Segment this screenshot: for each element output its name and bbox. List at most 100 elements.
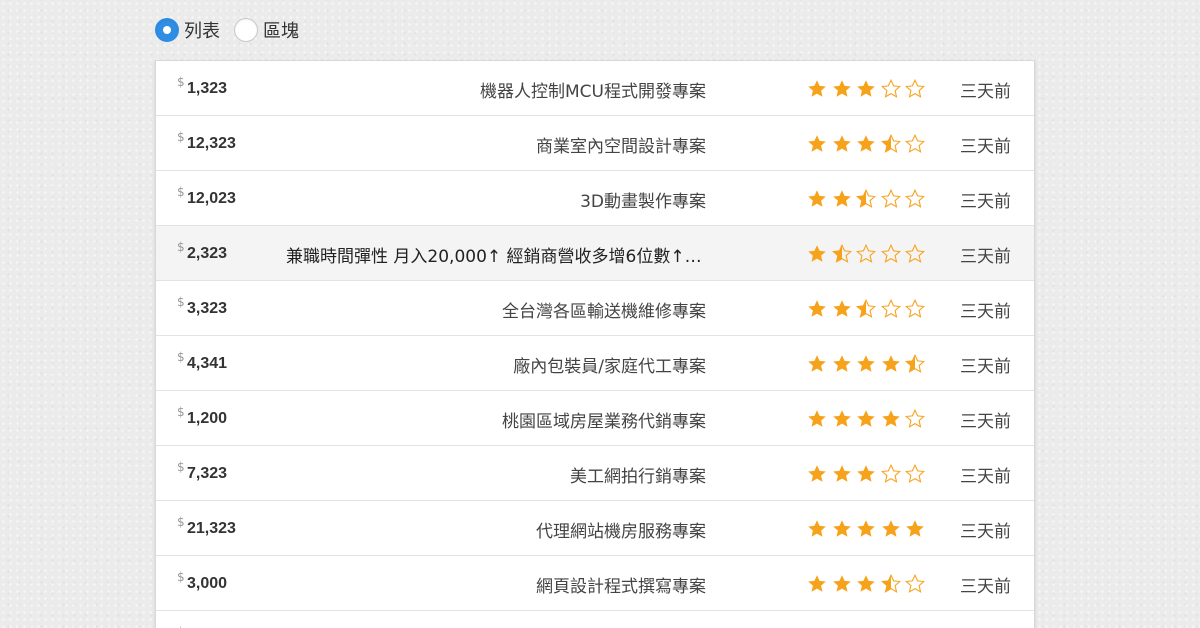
project-row[interactable]: $4,341 廠內包裝員/家庭代工專案 三天前: [156, 336, 1034, 391]
project-price: $3,323: [177, 295, 297, 322]
star-empty-icon: [905, 299, 925, 318]
price-amount: 12,023: [187, 190, 236, 207]
price-amount: 21,323: [187, 520, 236, 537]
project-row[interactable]: $2,323 兼職時間彈性 月入20,000↑ 經銷商營收多增6位數↑專... 三天…: [156, 226, 1034, 281]
rating-stars: [807, 354, 930, 374]
posted-time: 三天前: [960, 522, 1011, 542]
price-amount: 1,200: [187, 410, 228, 427]
star-full-icon: [857, 355, 875, 372]
project-row[interactable]: $1,200 桃園區域房屋業務代銷專案 三天前: [156, 391, 1034, 446]
view-mode-toggle: 列表 區塊: [155, 17, 313, 43]
star-full-icon: [808, 355, 826, 372]
currency-symbol: $: [177, 350, 185, 364]
project-title[interactable]: 3D動畫製作專案: [580, 187, 706, 212]
project-title[interactable]: 全台灣各區輸送機維修專案: [502, 297, 706, 322]
star-full-icon: [808, 245, 826, 262]
currency-symbol: $: [177, 240, 185, 254]
star-full-icon: [857, 135, 875, 152]
project-row[interactable]: $7,323 美工網拍行銷專案 三天前: [156, 446, 1034, 501]
project-row[interactable]: $12,023 3D動畫製作專案 三天前: [156, 171, 1034, 226]
rating-stars: [807, 189, 930, 209]
project-row[interactable]: $12,323 商業室內空間設計專案 三天前: [156, 116, 1034, 171]
project-price: $4,341: [177, 350, 297, 377]
project-title[interactable]: 兼職時間彈性 月入20,000↑ 經銷商營收多增6位數↑專...: [286, 242, 706, 267]
rating-stars: [807, 519, 930, 539]
posted-time: 三天前: [960, 247, 1011, 267]
star-full-icon: [832, 300, 851, 317]
project-title[interactable]: 廠內包裝員/家庭代工專案: [513, 352, 706, 377]
project-row[interactable]: $21,323 代理網站機房服務專案 三天前: [156, 501, 1034, 556]
star-empty-icon: [905, 134, 925, 153]
project-title[interactable]: 商業室內空間設計專案: [536, 132, 706, 157]
project-row[interactable]: $1,323 機器人控制MCU程式開發專案 三天前: [156, 61, 1034, 116]
view-option-list-label: 列表: [184, 21, 220, 42]
star-empty-icon: [880, 244, 901, 263]
rating-stars: [807, 464, 930, 484]
project-price: $12,023: [177, 185, 297, 212]
star-empty-icon: [856, 244, 876, 263]
star-empty-icon: [880, 79, 901, 98]
posted-time: 三天前: [960, 577, 1011, 597]
currency-symbol: $: [177, 460, 185, 474]
posted-time: 三天前: [960, 137, 1011, 157]
price-amount: 1,323: [187, 80, 228, 97]
project-row[interactable]: $3,000 網頁設計程式撰寫專案 三天前: [156, 556, 1034, 611]
project-title[interactable]: 機器人控制MCU程式開發專案: [480, 77, 706, 102]
star-full-icon: [832, 80, 851, 97]
star-half-icon: [905, 354, 925, 373]
star-full-icon: [832, 355, 851, 372]
price-amount: 7,323: [187, 465, 228, 482]
star-full-icon: [808, 80, 826, 97]
star-full-icon: [857, 520, 875, 537]
posted-time: 三天前: [960, 357, 1011, 377]
view-option-block-label: 區塊: [263, 21, 299, 42]
star-full-icon: [832, 520, 851, 537]
star-full-icon: [832, 410, 851, 427]
posted-time: 三天前: [960, 302, 1011, 322]
star-full-icon: [906, 520, 924, 537]
rating-stars: [807, 79, 930, 99]
star-full-icon: [808, 520, 826, 537]
star-empty-icon: [880, 464, 901, 483]
rating-stars: [807, 409, 930, 429]
star-half-icon: [856, 299, 876, 318]
star-full-icon: [832, 190, 851, 207]
project-price: $7,323: [177, 460, 297, 487]
project-row[interactable]: $3,323 全台灣各區輸送機維修專案 三天前: [156, 281, 1034, 336]
star-full-icon: [857, 80, 875, 97]
project-title[interactable]: 代理網站機房服務專案: [536, 517, 706, 542]
star-full-icon: [832, 135, 851, 152]
star-full-icon: [881, 355, 900, 372]
rating-stars: [807, 299, 930, 319]
currency-symbol: $: [177, 570, 185, 584]
rating-stars: [807, 244, 930, 264]
project-title[interactable]: 網頁設計程式撰寫專案: [536, 572, 706, 597]
project-price: $3,000: [177, 570, 297, 597]
star-full-icon: [881, 520, 900, 537]
price-amount: 3,000: [187, 575, 228, 592]
star-empty-icon: [905, 244, 925, 263]
view-option-list[interactable]: 列表: [155, 17, 220, 43]
project-price: $1,200: [177, 405, 297, 432]
star-empty-icon: [905, 189, 925, 208]
radio-block[interactable]: [234, 18, 258, 42]
view-option-block[interactable]: 區塊: [234, 17, 299, 43]
star-half-icon: [856, 189, 876, 208]
project-title[interactable]: 桃園區域房屋業務代銷專案: [502, 407, 706, 432]
star-full-icon: [881, 410, 900, 427]
radio-list[interactable]: [155, 18, 179, 42]
star-full-icon: [832, 575, 851, 592]
star-full-icon: [808, 410, 826, 427]
star-full-icon: [808, 465, 826, 482]
star-full-icon: [808, 575, 826, 592]
star-full-icon: [857, 575, 875, 592]
rating-stars: [807, 134, 930, 154]
star-empty-icon: [905, 464, 925, 483]
project-title[interactable]: 美工網拍行銷專案: [570, 462, 706, 487]
star-full-icon: [808, 135, 826, 152]
currency-symbol: $: [177, 515, 185, 529]
rating-stars: [807, 574, 930, 594]
posted-time: 三天前: [960, 412, 1011, 432]
posted-time: 三天前: [960, 192, 1011, 212]
posted-time: 三天前: [960, 82, 1011, 102]
